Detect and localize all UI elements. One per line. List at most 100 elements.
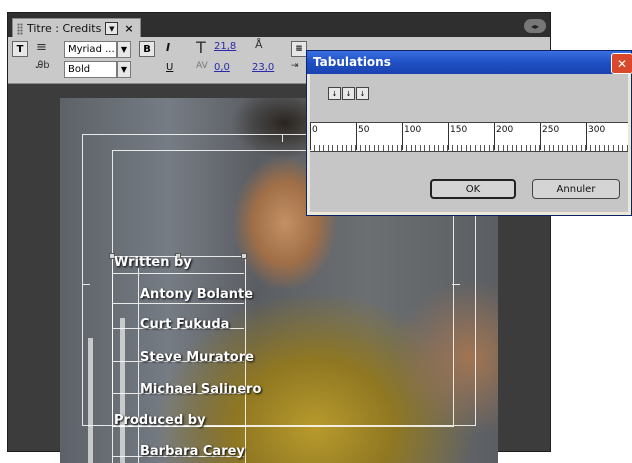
- ruler-minor-tick: [553, 145, 554, 151]
- center-mark: [452, 284, 460, 285]
- ruler-minor-tick: [411, 145, 412, 151]
- tab-stops-icon[interactable]: ⇥: [291, 61, 299, 71]
- ruler-minor-tick: [475, 145, 476, 151]
- credit-heading: Written by: [114, 255, 192, 270]
- font-style-select[interactable]: Bold: [64, 61, 117, 78]
- ruler-minor-tick: [512, 145, 513, 151]
- chevron-down-icon[interactable]: ▼: [117, 41, 131, 58]
- browse-fonts-icon[interactable]: Ꭿb: [36, 60, 50, 71]
- ruler-minor-tick: [392, 145, 393, 151]
- ruler-label: 100: [404, 125, 422, 135]
- ruler-minor-tick: [590, 145, 591, 151]
- panel-menu-icon[interactable]: ◂▸: [524, 19, 546, 33]
- ruler-minor-tick: [567, 145, 568, 151]
- center-mark: [82, 284, 90, 285]
- ruler-label: 250: [542, 125, 560, 135]
- ruler-minor-tick: [516, 145, 517, 151]
- text-tool-icon[interactable]: T: [12, 41, 28, 57]
- ruler-minor-tick: [562, 145, 563, 151]
- ruler-label: 150: [450, 125, 468, 135]
- ruler-major-tick: [402, 123, 403, 150]
- ruler-minor-tick: [415, 145, 416, 151]
- ruler-minor-tick: [572, 145, 573, 151]
- ruler-minor-tick: [618, 145, 619, 151]
- center-tab-icon[interactable]: ↓: [342, 87, 355, 100]
- font-size-icon: T: [196, 38, 206, 57]
- resize-handle[interactable]: [241, 253, 247, 259]
- text-line-guide: [112, 273, 244, 274]
- underline-button[interactable]: U: [166, 62, 173, 73]
- ruler-major-tick: [356, 123, 357, 150]
- ruler-minor-tick: [498, 145, 499, 151]
- ruler-minor-tick: [332, 145, 333, 151]
- ruler-minor-tick: [503, 145, 504, 151]
- dialog-body: ↓ ↓ ↓ 0 50 100 150 200 250 300 OK Annule…: [310, 74, 628, 212]
- ruler-minor-tick: [378, 145, 379, 151]
- left-tab-icon[interactable]: ↓: [328, 87, 341, 100]
- ruler-minor-tick: [604, 145, 605, 151]
- dropdown-arrow-icon[interactable]: ▼: [105, 22, 119, 35]
- bold-button[interactable]: B: [139, 41, 155, 57]
- kerning-value[interactable]: 0,0: [214, 62, 230, 73]
- ruler-minor-tick: [521, 145, 522, 151]
- ruler-minor-tick: [576, 145, 577, 151]
- credit-heading: Produced by: [114, 413, 206, 428]
- ruler-major-tick: [448, 123, 449, 150]
- center-mark: [282, 134, 283, 142]
- ruler-minor-tick: [530, 145, 531, 151]
- ruler-minor-tick: [397, 145, 398, 151]
- ruler-minor-tick: [351, 145, 352, 151]
- grip-icon[interactable]: [17, 22, 23, 35]
- ruler-minor-tick: [424, 145, 425, 151]
- ruler-minor-tick: [447, 145, 448, 151]
- ruler-minor-tick: [493, 145, 494, 151]
- font-family-select[interactable]: Myriad ...: [64, 41, 117, 58]
- ruler-minor-tick: [342, 145, 343, 151]
- font-size-value[interactable]: 21,8: [214, 41, 236, 52]
- tab-titre-credits[interactable]: Titre : Credits ▼ ×: [12, 18, 141, 38]
- chevron-down-icon[interactable]: ▼: [117, 61, 131, 78]
- ruler-minor-tick: [369, 145, 370, 151]
- ruler-minor-tick: [452, 145, 453, 151]
- dialog-title[interactable]: Tabulations: [307, 51, 631, 74]
- close-icon[interactable]: ✕: [611, 53, 632, 74]
- ruler-minor-tick: [383, 145, 384, 151]
- ruler-minor-tick: [539, 145, 540, 151]
- ok-button[interactable]: OK: [430, 179, 516, 199]
- ruler-minor-tick: [622, 145, 623, 151]
- ruler-minor-tick: [406, 145, 407, 151]
- ruler-minor-tick: [443, 145, 444, 151]
- tab-label: Titre : Credits: [27, 22, 102, 35]
- credit-name: Michael Salinero: [140, 382, 262, 397]
- panel-tab-bar: Titre : Credits ▼ × ◂▸: [8, 13, 550, 38]
- italic-button[interactable]: I: [166, 41, 170, 54]
- right-tab-icon[interactable]: ↓: [356, 87, 369, 100]
- cancel-button[interactable]: Annuler: [532, 179, 620, 199]
- ruler-minor-tick: [337, 145, 338, 151]
- close-icon[interactable]: ×: [124, 22, 133, 35]
- ruler-minor-tick: [420, 145, 421, 151]
- ruler-minor-tick: [526, 145, 527, 151]
- credit-name: Barbara Carey: [140, 444, 245, 459]
- leading-icon: Å: [255, 38, 263, 51]
- ruler-minor-tick: [365, 145, 366, 151]
- text-orientation-icon[interactable]: ≡: [36, 40, 47, 55]
- ruler-minor-tick: [374, 145, 375, 151]
- ruler-minor-tick: [549, 145, 550, 151]
- ruler-minor-tick: [480, 145, 481, 151]
- ruler-label: 200: [496, 125, 514, 135]
- ruler-minor-tick: [461, 145, 462, 151]
- ruler-minor-tick: [544, 145, 545, 151]
- credit-name: Steve Muratore: [140, 350, 254, 365]
- leading-value[interactable]: 23,0: [252, 62, 274, 73]
- tab-ruler[interactable]: 0 50 100 150 200 250 300: [310, 122, 628, 152]
- kerning-icon: AV: [196, 61, 208, 71]
- ruler-minor-tick: [314, 145, 315, 151]
- tab-stop-line: [138, 268, 139, 463]
- text-line-guide: [112, 303, 244, 304]
- ruler-minor-tick: [535, 145, 536, 151]
- ruler-minor-tick: [599, 145, 600, 151]
- ruler-minor-tick: [627, 145, 628, 151]
- ruler-minor-tick: [434, 145, 435, 151]
- align-left-icon[interactable]: ≡: [291, 41, 307, 57]
